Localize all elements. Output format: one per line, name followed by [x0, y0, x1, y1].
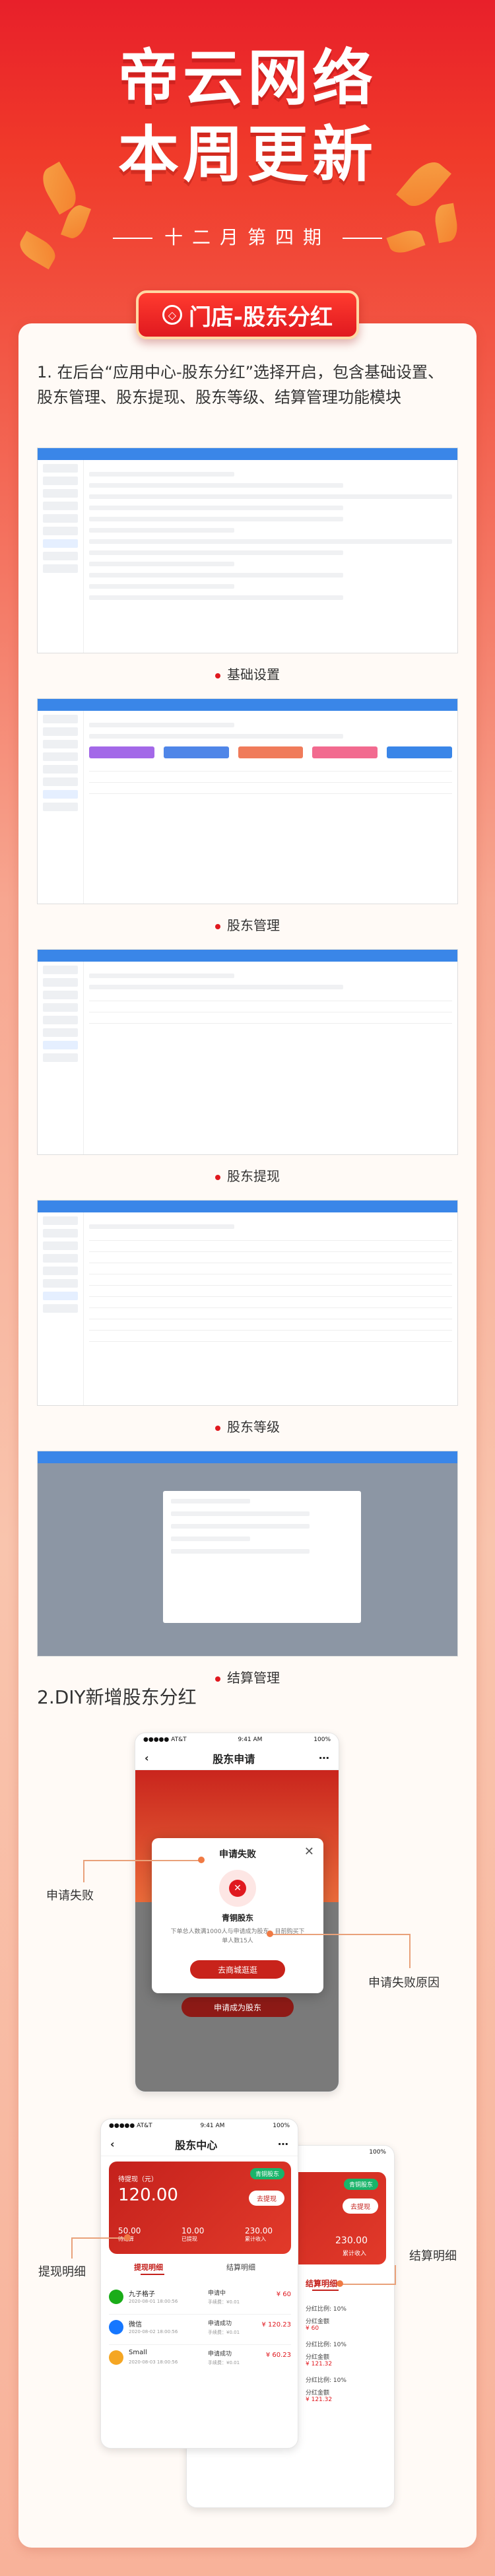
admin-screenshot-manage: [37, 698, 458, 904]
apply-shareholder-button[interactable]: 申请成为股东: [182, 1997, 294, 2017]
settle-dialog: [163, 1491, 361, 1623]
admin-screenshot-withdraw: [37, 949, 458, 1155]
level-badge: 青铜股东: [343, 2179, 378, 2190]
tab-settle-detail[interactable]: 结算明细: [306, 2278, 337, 2289]
stat-value: 230.00: [335, 2235, 368, 2246]
divider-line: [343, 238, 382, 239]
admin-topbar: [38, 448, 457, 460]
list-item: 微信 2020-08-02 18:00:56 申请成功 手续费：¥0.01 ¥ …: [109, 2315, 291, 2345]
status-bar: ●●●●● AT&T 9:41 AM 100%: [109, 2123, 290, 2129]
shop-icon: ◇: [162, 305, 182, 325]
fail-icon: ✕: [219, 1870, 256, 1907]
admin-screenshot-basic: [37, 447, 458, 653]
divider-line: [112, 238, 152, 239]
caption-basic: 基础设置: [0, 664, 495, 683]
nav-title: 股东中心: [175, 2138, 218, 2152]
back-icon[interactable]: ‹: [145, 1752, 149, 1764]
withdraw-list: 九子格子 2020-08-01 18:00:56 申请中 手续费：¥0.01 ¥…: [109, 2284, 291, 2375]
phone-center: ●●●●● AT&T 9:41 AM 100% ‹ 股东中心 ⋯ 青铜股东 待提现（…: [100, 2119, 298, 2449]
tab-withdraw-detail[interactable]: 提现明细: [134, 2262, 163, 2272]
status-bar: ●●●●● AT&T 9:41 AM 100%: [143, 1736, 331, 1743]
more-icon[interactable]: ⋯: [319, 1752, 329, 1764]
wallet-icon: [109, 2350, 123, 2365]
stat-withdrawn: 10.00 已提现: [182, 2226, 205, 2242]
admin-sidebar: [38, 460, 84, 653]
stat-label: 累计收入: [342, 2251, 366, 2257]
step2-title: 2.DIY新增股东分红: [37, 1686, 197, 1708]
withdraw-button[interactable]: 去提现: [249, 2191, 284, 2206]
admin-screenshot-settle: [37, 1451, 458, 1657]
apply-navbar: ‹ 股东申请 ⋯: [135, 1746, 339, 1770]
modal-heading: 青铜股东: [221, 1913, 253, 1923]
admin-screenshot-level: [37, 1200, 458, 1406]
list-item: 分红比例: 10% 分红金额 ¥ 121.32: [306, 2342, 346, 2367]
close-icon[interactable]: ✕: [304, 1845, 314, 1859]
wallet-card: 青铜股东 待提现（元） 120.00 去提现 50.00待结算 10.00已提现…: [109, 2162, 291, 2254]
label-settle-detail: 结算明细: [409, 2249, 457, 2263]
hero-title-line1: 帝云网络: [117, 43, 377, 114]
center-navbar: ‹ 股东中心 ⋯: [101, 2132, 298, 2156]
admin-main: [89, 465, 452, 647]
list-item: 分红比例: 10% 分红金额 ¥ 60: [306, 2306, 346, 2332]
list-item: 分红比例: 10% 分红金额 ¥ 121.32: [306, 2377, 346, 2403]
caption-level: 股东等级: [0, 1416, 495, 1436]
go-shopping-button[interactable]: 去商城逛逛: [190, 1960, 285, 1979]
withdraw-button[interactable]: 去提现: [343, 2198, 378, 2214]
section-tag: ◇ 门店-股东分红: [136, 290, 359, 339]
section-tag-label: 门店-股东分红: [188, 304, 333, 331]
nav-title: 股东申请: [213, 1752, 255, 1766]
back-icon[interactable]: ‹: [110, 2138, 115, 2150]
caption-settle: 结算管理: [0, 1667, 495, 1686]
label-apply-fail-reason: 申请失败原因: [368, 1976, 440, 1990]
hero-subtitle: 十二月第四期: [0, 223, 495, 249]
hero-title-line2: 本周更新: [117, 119, 377, 190]
modal-title: 申请失败: [219, 1849, 256, 1860]
poster-page: 帝云网络 本周更新 十二月第四期 ◇ 门店-股东分红 1. 在后台“应用中心-股…: [0, 0, 495, 2576]
settle-list: 分红比例: 10% 分红金额 ¥ 60 分红比例: 10% 分红金额 ¥ 121.32 …: [306, 2304, 385, 2411]
wechat-icon: [109, 2290, 123, 2304]
wallet-amount: 120.00: [118, 2185, 178, 2205]
fail-modal: 申请失败 ✕ ✕ 青铜股东 下单总人数满1000人与申请成为股东，目前购买下单人…: [152, 1838, 323, 1993]
list-item: Small 2020-08-03 18:00:56 申请成功 手续费：¥0.01…: [109, 2345, 291, 2375]
list-item: 九子格子 2020-08-01 18:00:56 申请中 手续费：¥0.01 ¥…: [109, 2284, 291, 2315]
label-withdraw-detail: 提现明细: [38, 2265, 86, 2279]
stat-buttons: [89, 746, 452, 758]
modal-description: 下单总人数满1000人与申请成为股东，目前购买下单人数15人: [170, 1929, 305, 1944]
subtitle-text: 十二月第四期: [164, 226, 331, 248]
label-apply-fail: 申请失败: [46, 1889, 94, 1903]
alipay-icon: [109, 2320, 123, 2334]
more-icon[interactable]: ⋯: [278, 2138, 288, 2150]
tab-settle-detail[interactable]: 结算明细: [226, 2262, 255, 2272]
hero-banner: 帝云网络 本周更新 十二月第四期: [0, 0, 495, 310]
stat-total: 230.00 累计收入: [245, 2226, 273, 2242]
caption-manage: 股东管理: [0, 915, 495, 934]
level-badge: 青铜股东: [249, 2168, 284, 2179]
step1-description: 1. 在后台“应用中心-股东分红”选择开启，包含基础设置、股东管理、股东提现、股…: [37, 363, 444, 407]
wallet-label: 待提现（元）: [118, 2176, 158, 2183]
caption-withdraw: 股东提现: [0, 1166, 495, 1185]
